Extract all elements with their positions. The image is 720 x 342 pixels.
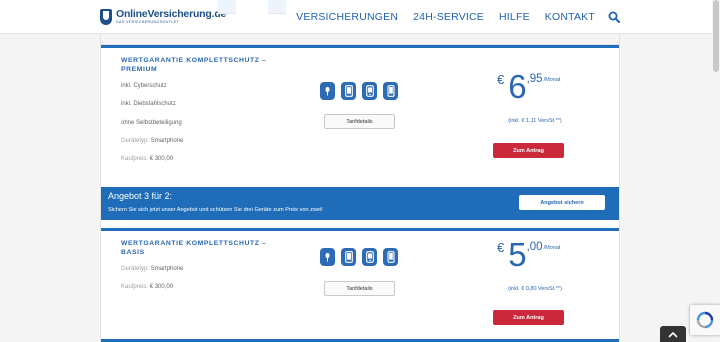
nav-hilfe[interactable]: HILFE <box>499 11 530 23</box>
nav-24h-service[interactable]: 24H-SERVICE <box>413 11 484 23</box>
tablet-icon <box>341 248 356 266</box>
site-header: OnlineVersicherung.de DAS VERSICHERUNGSO… <box>0 0 720 34</box>
header-tab-placeholder <box>218 0 236 14</box>
order-button[interactable]: Zum Antrag <box>493 310 564 325</box>
device-type: Gerätetyp: Smartphone <box>121 138 184 144</box>
banner-title: Angebot 3 für 2: <box>108 191 173 201</box>
shield-logo-icon <box>100 9 112 25</box>
device-icons <box>320 82 404 100</box>
secure-offer-button[interactable]: Angebot sichern <box>519 195 605 210</box>
feature-selbstbeteiligung: ohne Selbstbeteiligung <box>121 120 182 126</box>
device-type: Gerätetyp: Smartphone <box>121 266 184 272</box>
page: OnlineVersicherung.de DAS VERSICHERUNGSO… <box>0 0 720 342</box>
offers-panel: WERTGARANTIE KOMPLETTSCHUTZ – PREMIUM in… <box>100 34 620 342</box>
mobile-icon <box>383 82 398 100</box>
scroll-to-top-button[interactable] <box>660 326 686 342</box>
logo[interactable]: OnlineVersicherung.de DAS VERSICHERUNGSO… <box>100 6 226 28</box>
monthly-price: € 6 ,95 /Monat <box>497 68 561 105</box>
main-nav: VERSICHERUNGEN 24H-SERVICE HILFE KONTAKT <box>281 0 620 34</box>
phone-icon <box>362 82 377 100</box>
logo-name: OnlineVersicherung.de <box>116 7 227 20</box>
smartphone-icon <box>320 248 335 266</box>
nav-versicherungen[interactable]: VERSICHERUNGEN <box>296 11 398 23</box>
offer-title: WERTGARANTIE KOMPLETTSCHUTZ – PREMIUM <box>121 57 267 73</box>
chevron-up-icon <box>668 331 678 337</box>
nav-kontakt[interactable]: KONTAKT <box>545 11 595 23</box>
bundle-offer-banner: Angebot 3 für 2: Sichern Sie sich jetzt … <box>101 187 619 220</box>
device-icons <box>320 248 404 266</box>
order-button[interactable]: Zum Antrag <box>493 143 564 158</box>
section-top-strip <box>101 34 619 45</box>
recaptcha-badge[interactable] <box>690 305 720 335</box>
scrollbar-thumb[interactable] <box>713 0 719 72</box>
vat-note: (inkl. € 1,11 VersSt.**) <box>508 118 562 124</box>
search-icon[interactable] <box>608 11 620 23</box>
feature-diebstahlschutz: inkl. Diebstahlschutz <box>121 101 176 107</box>
purchase-price: Kaufpreis: € 300,00 <box>121 284 174 290</box>
smartphone-icon <box>320 82 335 100</box>
tariff-details-button[interactable]: Tarifdetails <box>324 281 395 296</box>
offer-premium: WERTGARANTIE KOMPLETTSCHUTZ – PREMIUM in… <box>101 48 619 187</box>
recaptcha-icon <box>696 311 714 329</box>
monthly-price: € 5 ,00 /Monat <box>497 236 561 273</box>
banner-text: Sichern Sie sich jetzt unser Angebot und… <box>108 207 323 213</box>
purchase-price: Kaufpreis: € 300,00 <box>121 156 174 162</box>
vat-note: (inkl. € 0,80 VersSt.**) <box>508 286 562 292</box>
tariff-details-button[interactable]: Tarifdetails <box>324 114 395 129</box>
logo-tagline: DAS VERSICHERUNGSOUTLET <box>116 20 180 25</box>
offer-basis: WERTGARANTIE KOMPLETTSCHUTZ – BASIS Gerä… <box>101 231 619 339</box>
mobile-icon <box>383 248 398 266</box>
offer-title: WERTGARANTIE KOMPLETTSCHUTZ – BASIS <box>121 240 267 256</box>
feature-cyberschutz: inkl. Cyberschutz <box>121 83 167 89</box>
phone-icon <box>362 248 377 266</box>
tablet-icon <box>341 82 356 100</box>
